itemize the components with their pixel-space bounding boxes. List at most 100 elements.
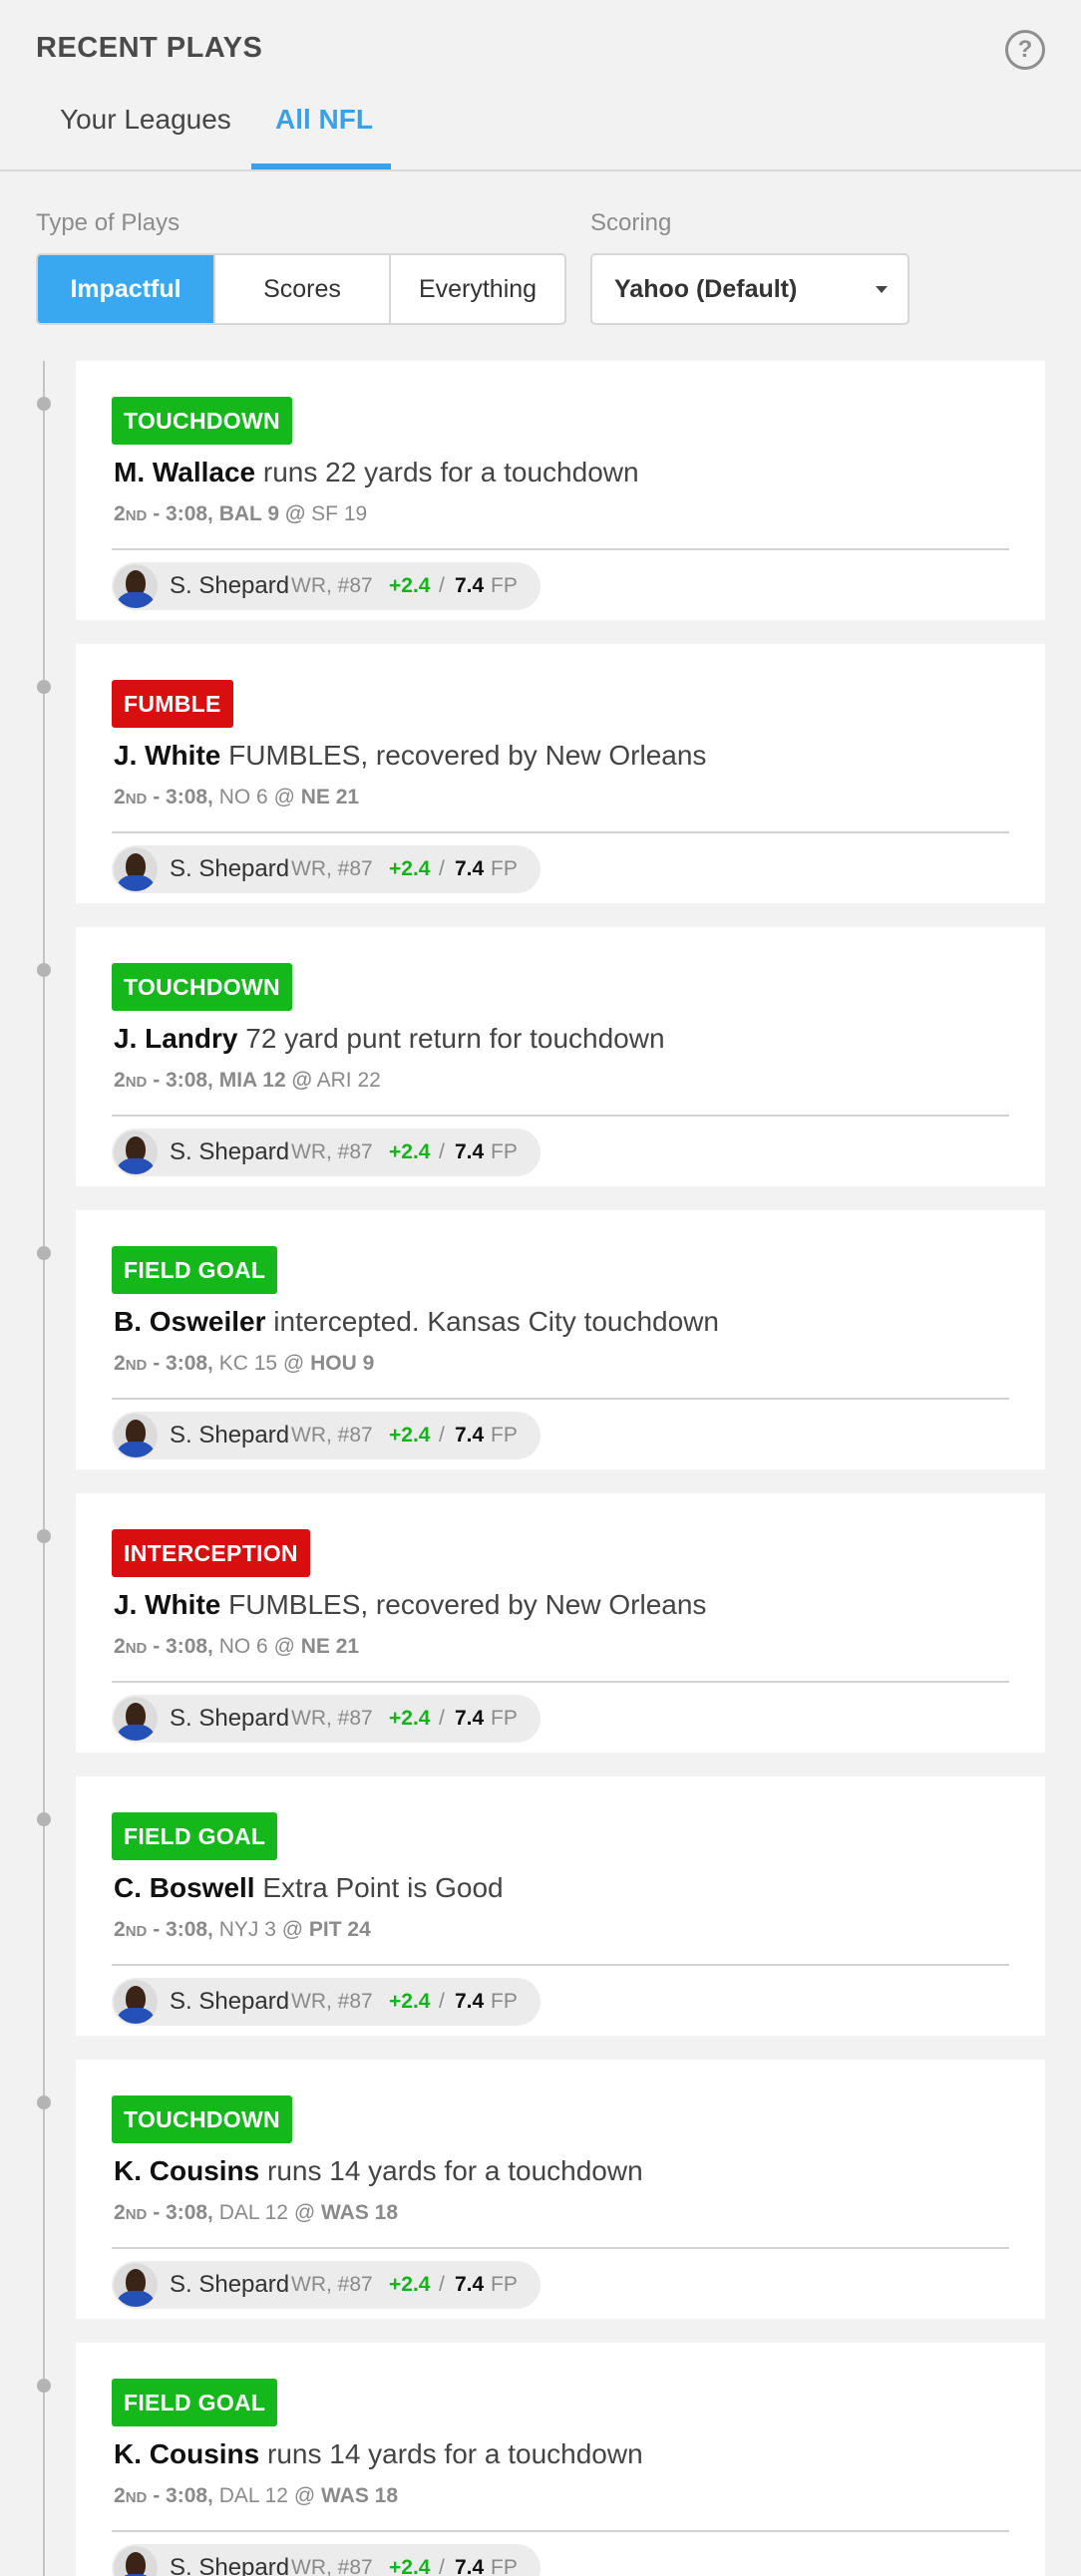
avatar [114,1980,158,2024]
points-separator: / [439,857,445,880]
play-card[interactable]: INTERCEPTION J. White FUMBLES, recovered … [76,1493,1045,1753]
timeline-dot [37,2095,51,2109]
play-player-name[interactable]: C. Boswell [114,1872,255,1903]
play-description: J. White FUMBLES, recovered by New Orlea… [114,1589,706,1621]
game-clock: - 3:08, [147,1635,213,1658]
quarter-suffix: ND [125,2489,148,2506]
points-delta: +2.4 [389,2556,431,2576]
play-player-name[interactable]: M. Wallace [114,457,255,487]
fantasy-player-position: WR, #87 [291,574,373,597]
points-separator: / [439,574,445,597]
points-delta: +2.4 [389,2273,431,2296]
play-text: runs 14 yards for a touchdown [259,2155,643,2186]
play-card[interactable]: TOUCHDOWN M. Wallace runs 22 yards for a … [76,361,1045,620]
home-score: PIT 24 [303,1918,371,1941]
scoring-select[interactable]: Yahoo (Default) [590,253,909,325]
play-description: M. Wallace runs 22 yards for a touchdown [114,457,639,488]
play-card[interactable]: FIELD GOAL B. Osweiler intercepted. Kansa… [76,1210,1045,1469]
tab-your-leagues[interactable]: Your Leagues [60,104,231,136]
quarter-number: 2 [114,2201,126,2224]
points-separator: / [439,1990,445,2013]
play-description: C. Boswell Extra Point is Good [114,1872,504,1904]
play-description: J. White FUMBLES, recovered by New Orlea… [114,740,706,772]
points-separator: / [439,1140,445,1163]
play-type-badge: TOUCHDOWN [112,2095,292,2143]
scores-button[interactable]: Scores [215,255,391,323]
at-separator: @ [277,1352,305,1375]
fantasy-player-position: WR, #87 [291,857,373,880]
card-divider [112,831,1009,833]
at-separator: @ [279,502,306,525]
quarter-suffix: ND [125,791,148,807]
play-text: FUMBLES, recovered by New Orleans [220,740,707,771]
game-clock: - 3:08, [147,1918,213,1941]
quarter-suffix: ND [125,2206,148,2223]
play-player-name[interactable]: K. Cousins [114,2438,259,2469]
play-type-badge: FIELD GOAL [112,1812,278,1860]
play-player-name[interactable]: K. Cousins [114,2155,259,2186]
away-score: KC 15 [212,1352,278,1375]
game-clock: - 3:08, [147,1069,213,1092]
impactful-button[interactable]: Impactful [38,255,215,323]
at-separator: @ [285,1069,312,1092]
points-unit: FP [491,574,518,597]
player-points-pill[interactable]: S. Shepard WR, #87 +2.4 / 7.4 FP [112,2544,540,2576]
quarter-suffix: ND [125,1923,148,1940]
points-total: 7.4 [455,2273,485,2296]
points-total: 7.4 [455,1707,485,1730]
avatar [114,2263,158,2307]
play-meta: 2ND - 3:08, DAL 12 @ WAS 18 [114,2484,398,2508]
game-clock: - 3:08, [147,502,213,525]
play-card[interactable]: FIELD GOAL K. Cousins runs 14 yards for a… [76,2343,1045,2576]
play-card[interactable]: FIELD GOAL C. Boswell Extra Point is Good… [76,1776,1045,2036]
play-player-name[interactable]: J. White [114,1589,220,1620]
points-unit: FP [491,2273,518,2296]
points-delta: +2.4 [389,1140,431,1163]
tab-all-nfl[interactable]: All NFL [275,104,373,136]
play-card[interactable]: TOUCHDOWN K. Cousins runs 14 yards for a … [76,2060,1045,2319]
card-divider [112,1681,1009,1683]
timeline-dot [37,1246,51,1260]
play-player-name[interactable]: J. White [114,740,220,771]
at-separator: @ [275,1918,304,1941]
card-divider [112,2530,1009,2532]
home-score: NE 21 [294,1635,360,1658]
play-card[interactable]: FUMBLE J. White FUMBLES, recovered by New… [76,644,1045,903]
avatar [114,1697,158,1741]
play-card[interactable]: TOUCHDOWN J. Landry 72 yard punt return f… [76,927,1045,1186]
at-separator: @ [288,2484,316,2507]
everything-button[interactable]: Everything [391,255,564,323]
play-meta: 2ND - 3:08, KC 15 @ HOU 9 [114,1352,374,1376]
play-player-name[interactable]: B. Osweiler [114,1306,266,1337]
player-points-pill[interactable]: S. Shepard WR, #87 +2.4 / 7.4 FP [112,1695,540,1743]
away-score: DAL 12 [212,2201,288,2224]
away-score: NO 6 [212,786,268,808]
quarter-suffix: ND [125,507,148,524]
fantasy-player-name: S. Shepard [170,572,290,599]
away-score: NYJ 3 [212,1918,276,1941]
card-divider [112,1964,1009,1966]
player-points-pill[interactable]: S. Shepard WR, #87 +2.4 / 7.4 FP [112,1128,540,1176]
points-delta: +2.4 [389,1424,431,1447]
play-meta: 2ND - 3:08, NO 6 @ NE 21 [114,1635,359,1659]
points-separator: / [439,1707,445,1730]
points-unit: FP [491,1990,518,2013]
play-text: Extra Point is Good [254,1872,504,1903]
player-points-pill[interactable]: S. Shepard WR, #87 +2.4 / 7.4 FP [112,845,540,893]
play-text: runs 14 yards for a touchdown [259,2438,643,2469]
points-total: 7.4 [455,1140,485,1163]
card-divider [112,1398,1009,1400]
home-score: WAS 18 [315,2201,399,2224]
play-type-badge: FUMBLE [112,680,233,728]
player-points-pill[interactable]: S. Shepard WR, #87 +2.4 / 7.4 FP [112,1978,540,2026]
quarter-suffix: ND [125,1357,148,1374]
question-circle-icon[interactable]: ? [1005,30,1045,70]
player-points-pill[interactable]: S. Shepard WR, #87 +2.4 / 7.4 FP [112,1412,540,1459]
player-points-pill[interactable]: S. Shepard WR, #87 +2.4 / 7.4 FP [112,2261,540,2309]
play-player-name[interactable]: J. Landry [114,1023,237,1054]
home-score: NE 21 [294,786,360,808]
points-separator: / [439,2273,445,2296]
points-total: 7.4 [455,2556,485,2576]
points-unit: FP [491,857,518,880]
player-points-pill[interactable]: S. Shepard WR, #87 +2.4 / 7.4 FP [112,562,540,610]
